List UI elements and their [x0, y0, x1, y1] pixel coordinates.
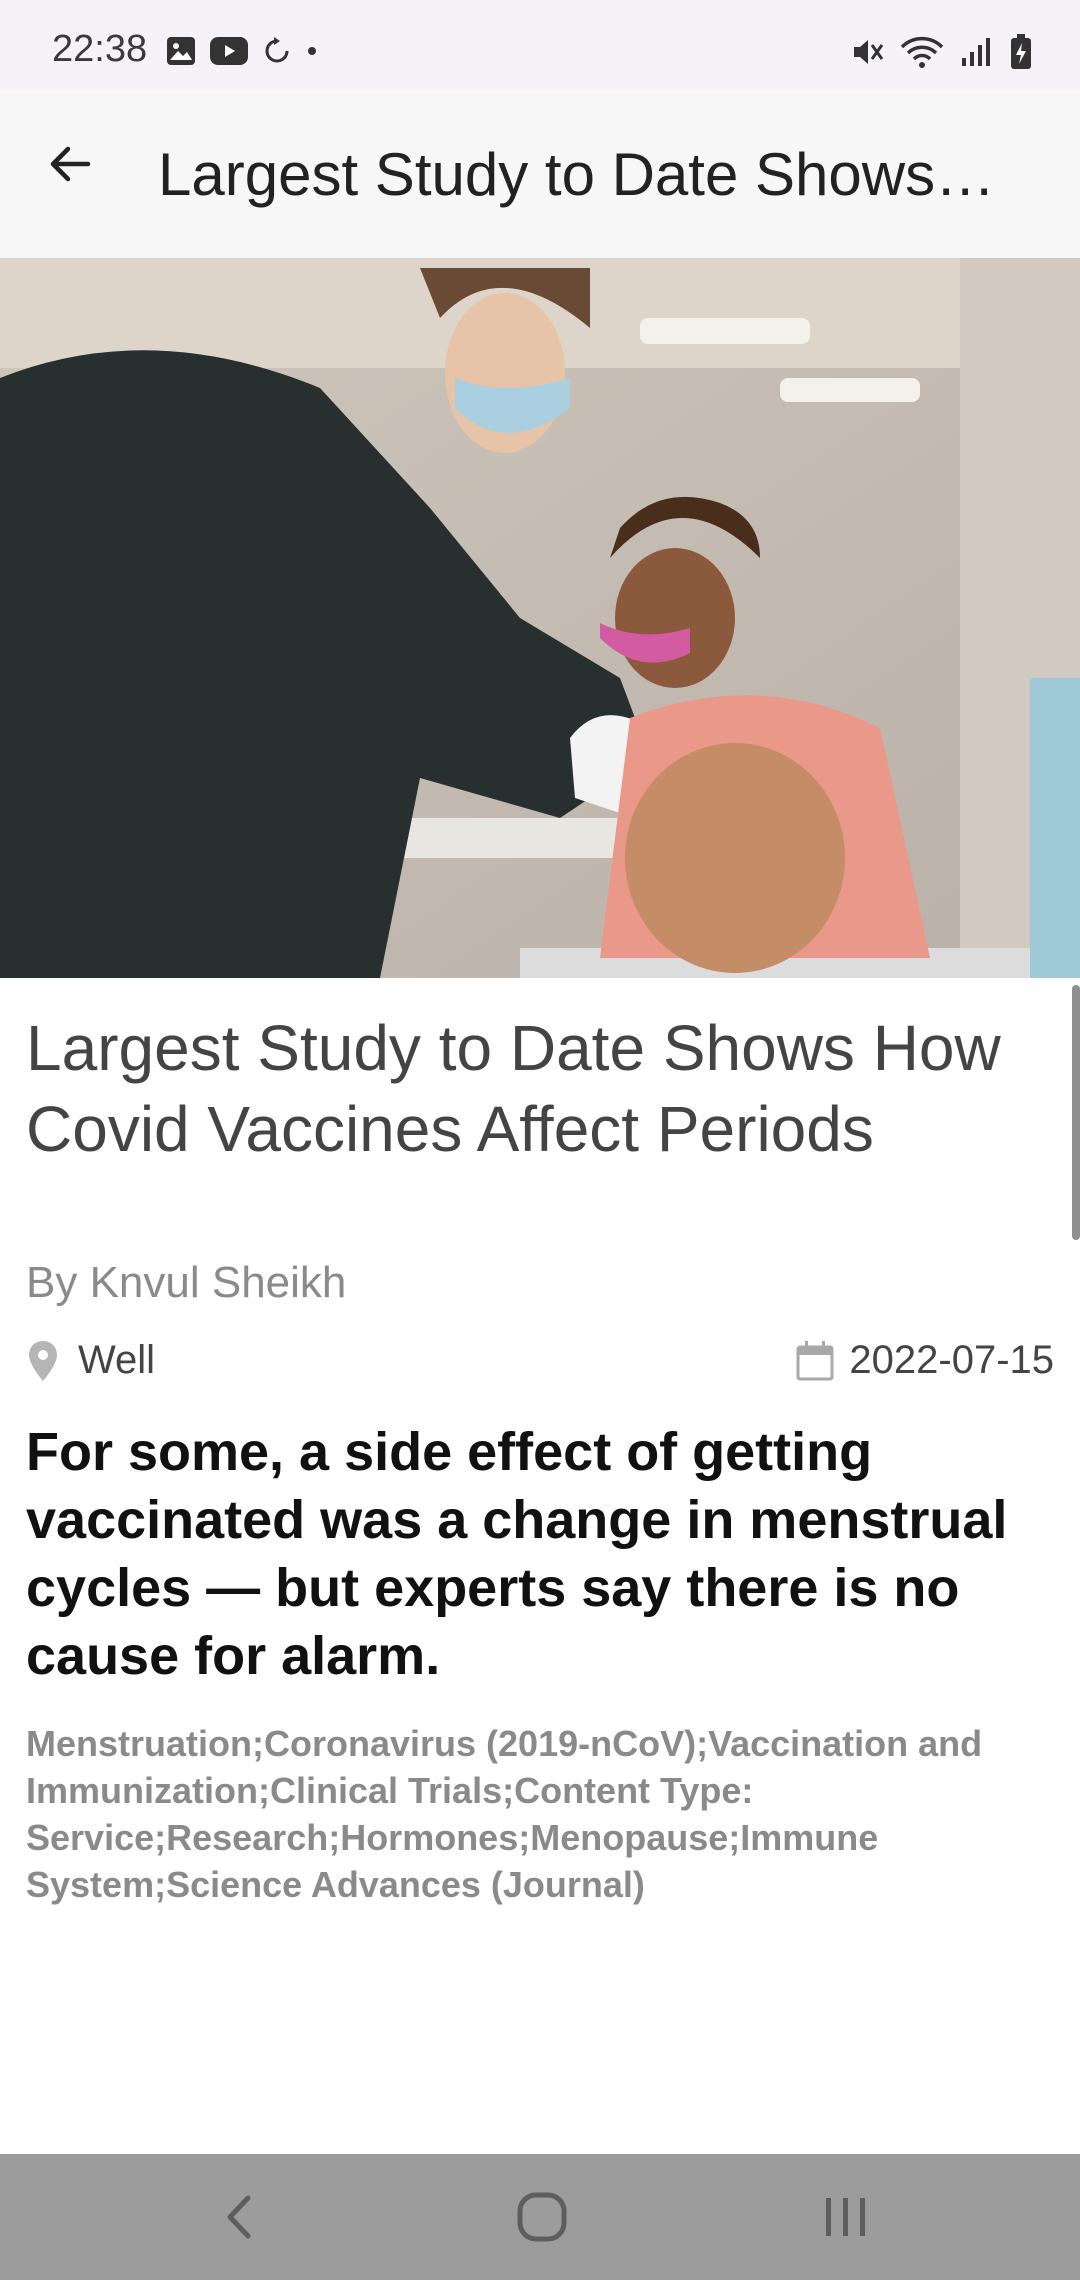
- article-section: Well: [26, 1338, 155, 1383]
- nav-home-button[interactable]: [502, 2182, 582, 2252]
- mute-icon: [854, 40, 884, 64]
- wifi-icon: [900, 36, 944, 68]
- app-bar-title: Largest Study to Date Shows…: [158, 141, 996, 208]
- article-title: Largest Study to Date Shows How Covid Va…: [26, 1012, 1001, 1165]
- article-keywords: Menstruation;Coronavirus (2019-nCoV);Vac…: [26, 1723, 983, 1905]
- section-label: Well: [78, 1338, 156, 1382]
- system-icons: [850, 34, 1032, 70]
- nav-back-button[interactable]: [200, 2182, 280, 2252]
- article-summary: For some, a side effect of getting vacci…: [26, 1422, 1008, 1686]
- app-bar: Largest Study to Date Shows…: [0, 90, 1080, 258]
- location-pin-icon: [29, 1340, 57, 1381]
- article-byline: By Knvul Sheikh: [26, 1258, 347, 1307]
- date-label: 2022-07-15: [849, 1338, 1054, 1382]
- scroll-indicator[interactable]: [1072, 985, 1080, 1240]
- home-nav-icon: [517, 2192, 567, 2242]
- notification-icons: [166, 36, 318, 66]
- arrow-back-icon: [50, 146, 91, 182]
- nav-recents-button[interactable]: [806, 2182, 886, 2252]
- dot-icon: [308, 47, 316, 55]
- signal-icon: [962, 38, 990, 66]
- battery-icon: [1011, 34, 1031, 69]
- status-bar: 22:38: [0, 0, 1080, 90]
- sync-icon: [265, 37, 289, 63]
- article-hero-image: [0, 258, 1080, 978]
- gallery-icon: [167, 37, 195, 65]
- calendar-icon: [796, 1340, 834, 1380]
- system-nav-bar: [0, 2154, 1080, 2280]
- youtube-icon: [210, 37, 248, 65]
- article-date: 2022-07-15: [795, 1338, 1054, 1383]
- back-button[interactable]: [28, 122, 112, 206]
- status-time: 22:38: [52, 28, 148, 70]
- recents-nav-icon: [826, 2198, 865, 2236]
- back-nav-icon: [227, 2195, 251, 2239]
